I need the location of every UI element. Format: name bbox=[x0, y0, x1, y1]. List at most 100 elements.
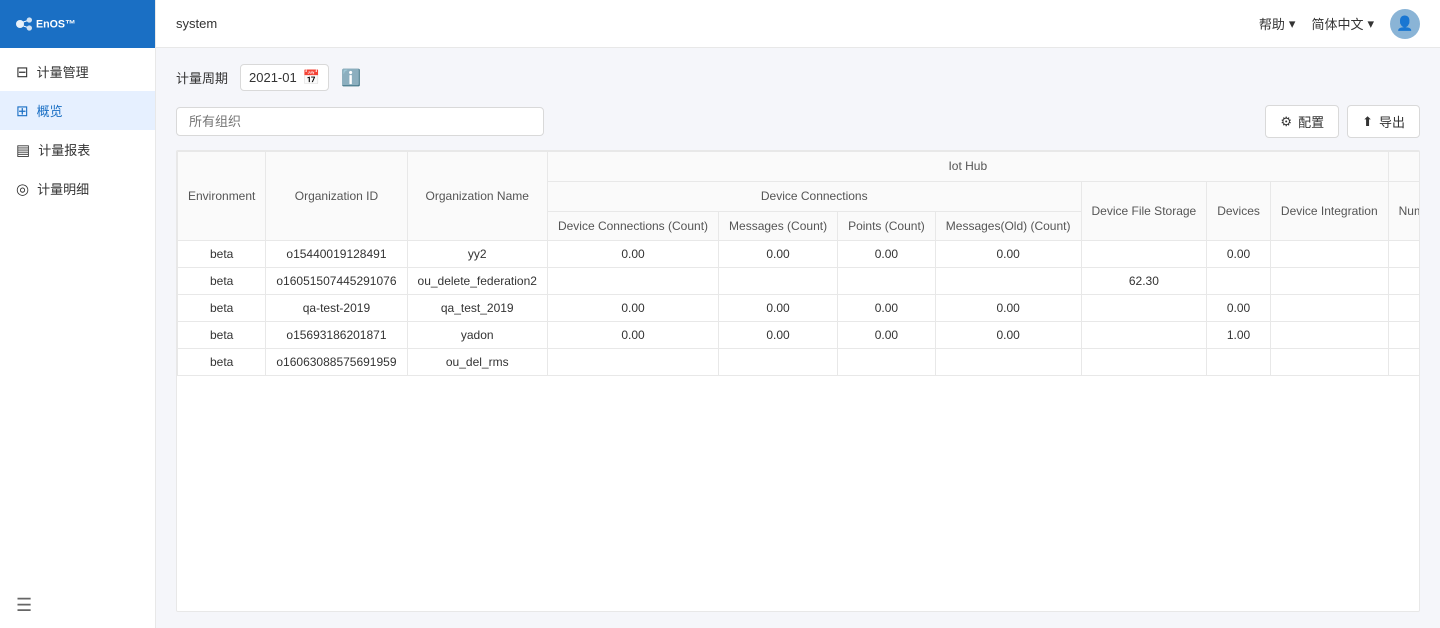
topbar: system 帮助 ▾ 简体中文 ▾ 👤 bbox=[156, 0, 1440, 48]
table-cell bbox=[1270, 268, 1388, 295]
table-cell: 0.00 bbox=[547, 295, 718, 322]
table-cell: 0.00 bbox=[547, 241, 718, 268]
export-label: 导出 bbox=[1379, 112, 1405, 131]
sidebar-item-overview[interactable]: ⊞ 概览 bbox=[0, 91, 155, 130]
th-points-count: Points (Count) bbox=[838, 211, 936, 241]
export-icon: ⬆ bbox=[1362, 114, 1373, 130]
table-cell: 0.00 bbox=[935, 295, 1081, 322]
th-environment: Environment bbox=[178, 152, 266, 241]
table-cell bbox=[838, 349, 936, 376]
config-button[interactable]: ⚙ 配置 bbox=[1265, 105, 1339, 138]
table-cell: yadon bbox=[407, 322, 547, 349]
action-bar: ⚙ 配置 ⬆ 导出 bbox=[176, 105, 1420, 138]
table-cell: 0.00 bbox=[719, 322, 838, 349]
table-cell: 0.00 bbox=[838, 322, 936, 349]
table-cell bbox=[1081, 322, 1207, 349]
table-cell bbox=[935, 268, 1081, 295]
page-content: 计量周期 2021-01 📅 ℹ️ ⚙ 配置 ⬆ 导出 bbox=[156, 48, 1440, 628]
calendar-icon: 📅 bbox=[303, 69, 320, 86]
th-devices: Devices bbox=[1207, 181, 1271, 241]
table-cell: beta bbox=[178, 295, 266, 322]
th-device-connections-group: Device Connections bbox=[547, 181, 1081, 211]
sidebar: EnOS™ ⊟ 计量管理 ⊞ 概览 ▤ 计量报表 ◎ 计量明细 ☰ bbox=[0, 0, 156, 628]
sidebar-bottom: ☰ bbox=[0, 583, 155, 628]
table-cell: 0.00 bbox=[935, 241, 1081, 268]
table-cell: beta bbox=[178, 268, 266, 295]
sidebar-item-billing-detail[interactable]: ◎ 计量明细 bbox=[0, 169, 155, 208]
config-label: 配置 bbox=[1298, 112, 1324, 131]
sidebar-item-billing-mgmt[interactable]: ⊟ 计量管理 bbox=[0, 52, 155, 91]
th-org-name: Organization Name bbox=[407, 152, 547, 241]
table-cell: beta bbox=[178, 349, 266, 376]
billing-detail-icon: ◎ bbox=[16, 180, 29, 198]
table-cell bbox=[547, 268, 718, 295]
data-table-container[interactable]: Environment Organization ID Organization… bbox=[176, 150, 1420, 612]
table-cell: ou_delete_federation2 bbox=[407, 268, 547, 295]
table-cell bbox=[1388, 322, 1420, 349]
enos-logo: EnOS™ bbox=[12, 13, 92, 35]
table-cell: o16063088575691959 bbox=[266, 349, 407, 376]
table-cell bbox=[719, 268, 838, 295]
language-selector[interactable]: 简体中文 ▾ bbox=[1311, 14, 1374, 33]
table-cell bbox=[1270, 295, 1388, 322]
table-cell: o16051507445291076 bbox=[266, 268, 407, 295]
th-messages-old-count: Messages(Old) (Count) bbox=[935, 211, 1081, 241]
table-cell: beta bbox=[178, 322, 266, 349]
table-cell bbox=[1388, 349, 1420, 376]
th-messages-count: Messages (Count) bbox=[719, 211, 838, 241]
period-input[interactable]: 2021-01 📅 bbox=[240, 64, 329, 91]
table-row: betaqa-test-2019qa_test_20190.000.000.00… bbox=[178, 295, 1421, 322]
table-cell bbox=[1388, 241, 1420, 268]
sidebar-item-billing-report[interactable]: ▤ 计量报表 bbox=[0, 130, 155, 169]
table-cell bbox=[1270, 241, 1388, 268]
table-cell: 0.00 bbox=[719, 241, 838, 268]
svg-text:EnOS™: EnOS™ bbox=[36, 18, 76, 30]
help-link[interactable]: 帮助 ▾ bbox=[1259, 14, 1296, 33]
th-device-integration: Device Integration bbox=[1270, 181, 1388, 241]
logo-area: EnOS™ bbox=[0, 0, 155, 48]
table-cell bbox=[1207, 349, 1271, 376]
table-cell bbox=[1081, 241, 1207, 268]
org-select-input[interactable] bbox=[176, 107, 544, 136]
user-avatar[interactable]: 👤 bbox=[1390, 9, 1420, 39]
table-cell: 0.00 bbox=[719, 295, 838, 322]
help-label: 帮助 bbox=[1259, 14, 1285, 33]
table-cell bbox=[1207, 268, 1271, 295]
topbar-right: 帮助 ▾ 简体中文 ▾ 👤 bbox=[1259, 9, 1420, 39]
th-org-id: Organization ID bbox=[266, 152, 407, 241]
sidebar-menu: ⊟ 计量管理 ⊞ 概览 ▤ 计量报表 ◎ 计量明细 bbox=[0, 52, 155, 208]
th-dc-count: Device Connections (Count) bbox=[547, 211, 718, 241]
table-row: betao15440019128491yy20.000.000.000.000.… bbox=[178, 241, 1421, 268]
table-cell bbox=[1081, 349, 1207, 376]
table-cell bbox=[935, 349, 1081, 376]
table-cell bbox=[719, 349, 838, 376]
table-cell: o15440019128491 bbox=[266, 241, 407, 268]
table-cell bbox=[1081, 295, 1207, 322]
action-buttons: ⚙ 配置 ⬆ 导出 bbox=[1265, 105, 1420, 138]
export-button[interactable]: ⬆ 导出 bbox=[1347, 105, 1420, 138]
avatar-icon: 👤 bbox=[1396, 15, 1413, 32]
collapse-menu-icon[interactable]: ☰ bbox=[16, 595, 32, 615]
table-cell: qa-test-2019 bbox=[266, 295, 407, 322]
table-cell: 0.00 bbox=[935, 322, 1081, 349]
period-value: 2021-01 bbox=[249, 70, 297, 85]
table-cell bbox=[1388, 268, 1420, 295]
table-cell bbox=[1270, 322, 1388, 349]
help-chevron-icon: ▾ bbox=[1289, 16, 1296, 32]
th-iot-hub: Iot Hub bbox=[547, 152, 1388, 182]
table-cell: 0.00 bbox=[1207, 295, 1271, 322]
billing-mgmt-icon: ⊟ bbox=[16, 63, 29, 81]
table-cell: beta bbox=[178, 241, 266, 268]
info-icon[interactable]: ℹ️ bbox=[341, 68, 361, 88]
sidebar-item-billing-report-label: 计量报表 bbox=[38, 140, 90, 159]
table-cell: o15693186201871 bbox=[266, 322, 407, 349]
data-table: Environment Organization ID Organization… bbox=[177, 151, 1420, 376]
language-label: 简体中文 bbox=[1311, 14, 1363, 33]
filter-bar: 计量周期 2021-01 📅 ℹ️ bbox=[176, 64, 1420, 91]
topbar-title: system bbox=[176, 16, 217, 31]
table-cell bbox=[1270, 349, 1388, 376]
th-device-integration-service: Device Integration Service bbox=[1388, 152, 1420, 182]
table-cell bbox=[547, 349, 718, 376]
sidebar-item-billing-mgmt-label: 计量管理 bbox=[37, 62, 89, 81]
table-cell: 1.00 bbox=[1207, 322, 1271, 349]
